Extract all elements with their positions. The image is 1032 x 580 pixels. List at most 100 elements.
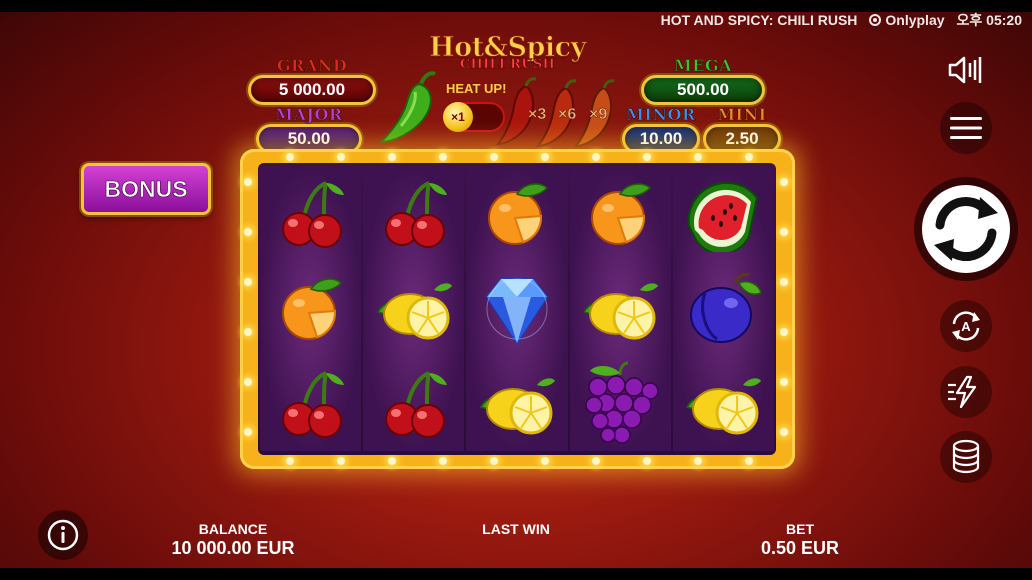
spin-button[interactable] — [914, 177, 1018, 281]
cherry-symbol-icon — [260, 167, 361, 262]
lemon-symbol-icon — [466, 356, 567, 451]
jackpot-grand-label: GRAND — [276, 56, 348, 75]
cherry-symbol-icon — [260, 356, 361, 451]
provider-brand: Onlyplay — [869, 12, 945, 28]
info-button[interactable] — [38, 510, 88, 560]
lemon-symbol-icon — [673, 356, 774, 451]
balance-value: 10 000.00 EUR — [171, 538, 295, 558]
frame-light-bulb — [388, 153, 396, 161]
system-info-bar: HOT AND SPICY: CHILI RUSH Onlyplay 오후 05… — [661, 12, 1022, 28]
frame-light-bulb — [244, 178, 252, 186]
heat-multiplier-6: ×6 — [558, 106, 577, 123]
frame-light-bulb — [780, 428, 788, 436]
green-chili-icon — [378, 71, 436, 144]
menu-button[interactable] — [940, 102, 992, 154]
cherry-symbol-icon — [363, 356, 464, 451]
jackpot-major-label: MAJOR — [275, 105, 343, 124]
frame-light-bulb — [337, 153, 345, 161]
frame-light-bulb — [244, 228, 252, 236]
frame-light-bulb — [780, 228, 788, 236]
frame-light-bulb — [244, 428, 252, 436]
frame-light-bulb — [780, 378, 788, 386]
frame-light-bulb — [694, 457, 702, 465]
frame-light-bulb — [490, 457, 498, 465]
jackpot-mega-label: MEGA — [674, 56, 732, 75]
frame-light-bulb — [745, 153, 753, 161]
sound-icon — [948, 56, 982, 84]
diamond-symbol-icon — [466, 262, 567, 357]
autoplay-icon: A — [952, 311, 980, 341]
jackpot-minor: MINOR 10.00 — [622, 105, 700, 154]
plum-symbol-icon — [673, 262, 774, 357]
status-bar-top — [0, 0, 1032, 12]
frame-light-bulb — [388, 457, 396, 465]
bet-display: BET 0.50 EUR — [740, 521, 860, 559]
jackpot-mega-value: 500.00 — [641, 75, 765, 105]
orange-symbol-icon — [260, 262, 361, 357]
balance-display: BALANCE 10 000.00 EUR — [150, 521, 316, 559]
frame-light-bulb — [643, 153, 651, 161]
turbo-icon — [948, 375, 977, 409]
bet-label: BET — [786, 521, 814, 537]
frame-light-bulb — [694, 153, 702, 161]
bet-coins-icon — [952, 439, 980, 474]
frame-light-bulb — [439, 153, 447, 161]
jackpot-mega: MEGA 500.00 — [641, 56, 765, 105]
frame-light-bulb — [780, 278, 788, 286]
frame-light-bulb — [244, 278, 252, 286]
menu-icon — [950, 117, 982, 139]
frame-light-bulb — [439, 457, 447, 465]
bonus-button[interactable]: BONUS — [81, 163, 211, 215]
jackpot-mini: MINI 2.50 — [703, 105, 781, 154]
turbo-button[interactable] — [940, 366, 992, 418]
last-win-label: LAST WIN — [482, 521, 550, 537]
frame-light-bulb — [286, 153, 294, 161]
lemon-symbol-icon — [570, 262, 671, 357]
reel-1 — [260, 167, 362, 451]
frame-light-bulb — [541, 153, 549, 161]
balance-label: BALANCE — [198, 521, 268, 537]
jackpot-mini-label: MINI — [717, 105, 767, 124]
frame-light-bulb — [541, 457, 549, 465]
bet-value: 0.50 EUR — [760, 538, 840, 558]
spin-icon — [922, 185, 1010, 273]
sound-button[interactable] — [942, 47, 988, 93]
jackpot-major: MAJOR 50.00 — [256, 105, 362, 154]
game-logo: Hot&Spicy CHILI RUSH — [425, 33, 590, 72]
reel-2 — [363, 167, 465, 451]
orange-symbol-icon — [570, 167, 671, 262]
status-bar-bottom — [0, 568, 1032, 580]
last-win-display: LAST WIN — [456, 521, 576, 537]
jackpot-grand: GRAND 5 000.00 — [248, 56, 376, 105]
frame-light-bulb — [244, 328, 252, 336]
watermelon-symbol-icon — [673, 167, 774, 262]
frame-light-bulb — [286, 457, 294, 465]
autoplay-button[interactable]: A — [940, 300, 992, 352]
frame-light-bulb — [592, 457, 600, 465]
heat-multiplier-9: ×9 — [589, 106, 608, 123]
reels-grid — [258, 163, 776, 455]
frame-light-bulb — [745, 457, 753, 465]
heat-multiplier-3: ×3 — [528, 106, 547, 123]
frame-light-bulb — [490, 153, 498, 161]
provider-logo-icon — [869, 14, 882, 26]
reel-5 — [672, 167, 774, 451]
bet-button[interactable] — [940, 431, 992, 483]
frame-light-bulb — [780, 328, 788, 336]
clock: 오후 05:20 — [956, 12, 1022, 28]
cherry-symbol-icon — [363, 167, 464, 262]
svg-text:A: A — [961, 319, 971, 334]
frame-light-bulb — [244, 378, 252, 386]
jackpot-minor-label: MINOR — [626, 105, 696, 124]
reel-4 — [569, 167, 671, 451]
frame-light-bulb — [780, 178, 788, 186]
orange-symbol-icon — [466, 167, 567, 262]
info-icon — [47, 519, 79, 551]
frame-light-bulb — [643, 457, 651, 465]
frame-light-bulb — [592, 153, 600, 161]
provider-name: Onlyplay — [885, 12, 945, 28]
game-stage: HOT AND SPICY: CHILI RUSH Onlyplay 오후 05… — [0, 0, 1032, 580]
game-title: HOT AND SPICY: CHILI RUSH — [660, 12, 858, 28]
lemon-symbol-icon — [363, 262, 464, 357]
heat-multiplier-current: ×1 — [443, 102, 473, 132]
